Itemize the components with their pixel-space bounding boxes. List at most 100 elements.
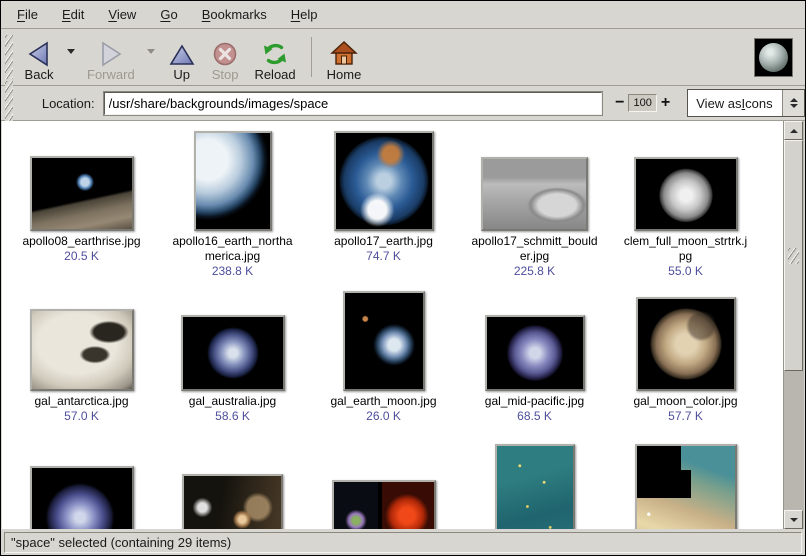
file-name: gal_australia.jpg xyxy=(189,394,276,409)
dropdown-arrows-icon[interactable] xyxy=(782,90,804,116)
arrow-down-icon xyxy=(790,518,798,522)
file-name: gal_antarctica.jpg xyxy=(34,394,128,409)
arrow-down-icon xyxy=(790,104,798,108)
file-name: apollo08_earthrise.jpg xyxy=(22,234,140,249)
forward-icon xyxy=(96,37,126,67)
scrollbar-grip xyxy=(788,248,799,264)
zoom-out-button[interactable]: − xyxy=(611,94,628,112)
chevron-down-icon xyxy=(67,49,75,54)
file-name: gal_earth_moon.jpg xyxy=(330,394,436,409)
image-thumbnail[interactable] xyxy=(495,444,575,529)
file-icon[interactable] xyxy=(610,424,761,529)
image-thumbnail[interactable] xyxy=(194,131,272,231)
menu-view[interactable]: View xyxy=(96,3,148,26)
throbber-icon xyxy=(754,38,793,77)
file-size: 57.0 K xyxy=(64,409,99,424)
image-thumbnail[interactable] xyxy=(30,309,134,391)
view-mode-label: View as Icons xyxy=(688,90,782,116)
forward-button[interactable]: Forward xyxy=(79,31,143,83)
location-input[interactable] xyxy=(104,92,602,115)
image-thumbnail[interactable] xyxy=(181,315,285,391)
home-label: Home xyxy=(327,67,362,82)
image-thumbnail[interactable] xyxy=(343,291,425,391)
file-icon[interactable] xyxy=(459,424,610,529)
file-name: apollo17_earth.jpg xyxy=(334,234,433,249)
file-manager-window: File Edit View Go Bookmarks Help Back Fo… xyxy=(0,0,806,556)
file-size: 26.0 K xyxy=(366,409,401,424)
location-label: Location: xyxy=(42,96,95,111)
menu-bar: File Edit View Go Bookmarks Help xyxy=(1,1,805,29)
file-size: 58.6 K xyxy=(215,409,250,424)
arrow-up-icon xyxy=(790,129,798,133)
scroll-down-button[interactable] xyxy=(784,510,803,529)
forward-label: Forward xyxy=(87,67,135,82)
menu-edit[interactable]: Edit xyxy=(50,3,96,26)
file-icon[interactable] xyxy=(6,424,157,529)
toolbar: Back Forward Up Stop Reload xyxy=(1,29,805,86)
file-size: 57.7 K xyxy=(668,409,703,424)
file-icon[interactable]: apollo08_earthrise.jpg 20.5 K xyxy=(6,121,157,279)
image-thumbnail[interactable] xyxy=(30,466,134,529)
image-thumbnail[interactable] xyxy=(334,131,434,231)
image-thumbnail[interactable] xyxy=(634,157,738,231)
back-icon xyxy=(24,37,54,67)
file-icon[interactable]: gal_mid-pacific.jpg 68.5 K xyxy=(459,279,610,424)
up-icon xyxy=(168,37,196,67)
file-icon[interactable]: clem_full_moon_strtrk.jpg 55.0 K xyxy=(610,121,761,279)
file-icon[interactable]: gal_earth_moon.jpg 26.0 K xyxy=(308,279,459,424)
file-icon[interactable]: gal_australia.jpg 58.6 K xyxy=(157,279,308,424)
view-mode-dropdown[interactable]: View as Icons xyxy=(687,89,805,117)
icon-view[interactable]: apollo08_earthrise.jpg 20.5 K apollo16_e… xyxy=(2,121,804,529)
menu-go[interactable]: Go xyxy=(148,3,189,26)
stop-label: Stop xyxy=(212,67,239,82)
status-bar: "space" selected (containing 29 items) xyxy=(1,530,805,555)
file-size: 68.5 K xyxy=(517,409,552,424)
file-icon[interactable]: apollo16_earth_northamerica.jpg 238.8 K xyxy=(157,121,308,279)
toolbar-separator xyxy=(311,37,312,77)
arrow-up-icon xyxy=(790,98,798,102)
vertical-scrollbar[interactable] xyxy=(783,121,804,529)
file-size: 74.7 K xyxy=(366,249,401,264)
forward-history-dropdown[interactable] xyxy=(143,32,160,82)
location-bar-drag-handle[interactable] xyxy=(5,81,13,125)
menu-help[interactable]: Help xyxy=(279,3,330,26)
up-button[interactable]: Up xyxy=(160,31,204,83)
image-thumbnail[interactable] xyxy=(481,157,588,231)
menu-bookmarks[interactable]: Bookmarks xyxy=(190,3,279,26)
image-thumbnail[interactable] xyxy=(332,480,436,529)
file-icon[interactable]: gal_antarctica.jpg 57.0 K xyxy=(6,279,157,424)
status-text: "space" selected (containing 29 items) xyxy=(4,532,802,553)
menu-file[interactable]: File xyxy=(5,3,50,26)
location-bar: Location: − 100 + View as Icons xyxy=(1,86,805,121)
globe-sphere-icon xyxy=(759,43,788,72)
chevron-down-icon xyxy=(147,49,155,54)
image-thumbnail[interactable] xyxy=(635,444,737,529)
image-thumbnail[interactable] xyxy=(485,315,585,391)
up-label: Up xyxy=(173,67,190,82)
zoom-level-indicator: 100 xyxy=(628,94,656,112)
reload-label: Reload xyxy=(254,67,295,82)
back-button[interactable]: Back xyxy=(16,31,62,83)
file-icon[interactable]: apollo17_earth.jpg 74.7 K xyxy=(308,121,459,279)
image-thumbnail[interactable] xyxy=(182,474,283,529)
home-button[interactable]: Home xyxy=(319,31,370,83)
reload-icon xyxy=(260,37,290,67)
file-size: 55.0 K xyxy=(668,264,703,279)
file-icon[interactable]: gal_moon_color.jpg 57.7 K xyxy=(610,279,761,424)
scroll-up-button[interactable] xyxy=(784,121,803,140)
back-history-dropdown[interactable] xyxy=(62,32,79,82)
file-name: clem_full_moon_strtrk.jpg xyxy=(621,234,751,264)
file-icon[interactable] xyxy=(157,424,308,529)
file-size: 238.8 K xyxy=(212,264,253,279)
scrollbar-thumb[interactable] xyxy=(784,140,803,371)
stop-button[interactable]: Stop xyxy=(204,31,247,83)
reload-button[interactable]: Reload xyxy=(246,31,303,83)
back-label: Back xyxy=(25,67,54,82)
toolbar-drag-handle[interactable] xyxy=(5,35,13,79)
file-icon[interactable]: apollo17_schmitt_boulder.jpg 225.8 K xyxy=(459,121,610,279)
image-thumbnail[interactable] xyxy=(636,297,736,391)
file-name: apollo16_earth_northamerica.jpg xyxy=(168,234,298,264)
file-icon[interactable] xyxy=(308,424,459,529)
zoom-in-button[interactable]: + xyxy=(657,94,674,112)
image-thumbnail[interactable] xyxy=(30,156,134,231)
